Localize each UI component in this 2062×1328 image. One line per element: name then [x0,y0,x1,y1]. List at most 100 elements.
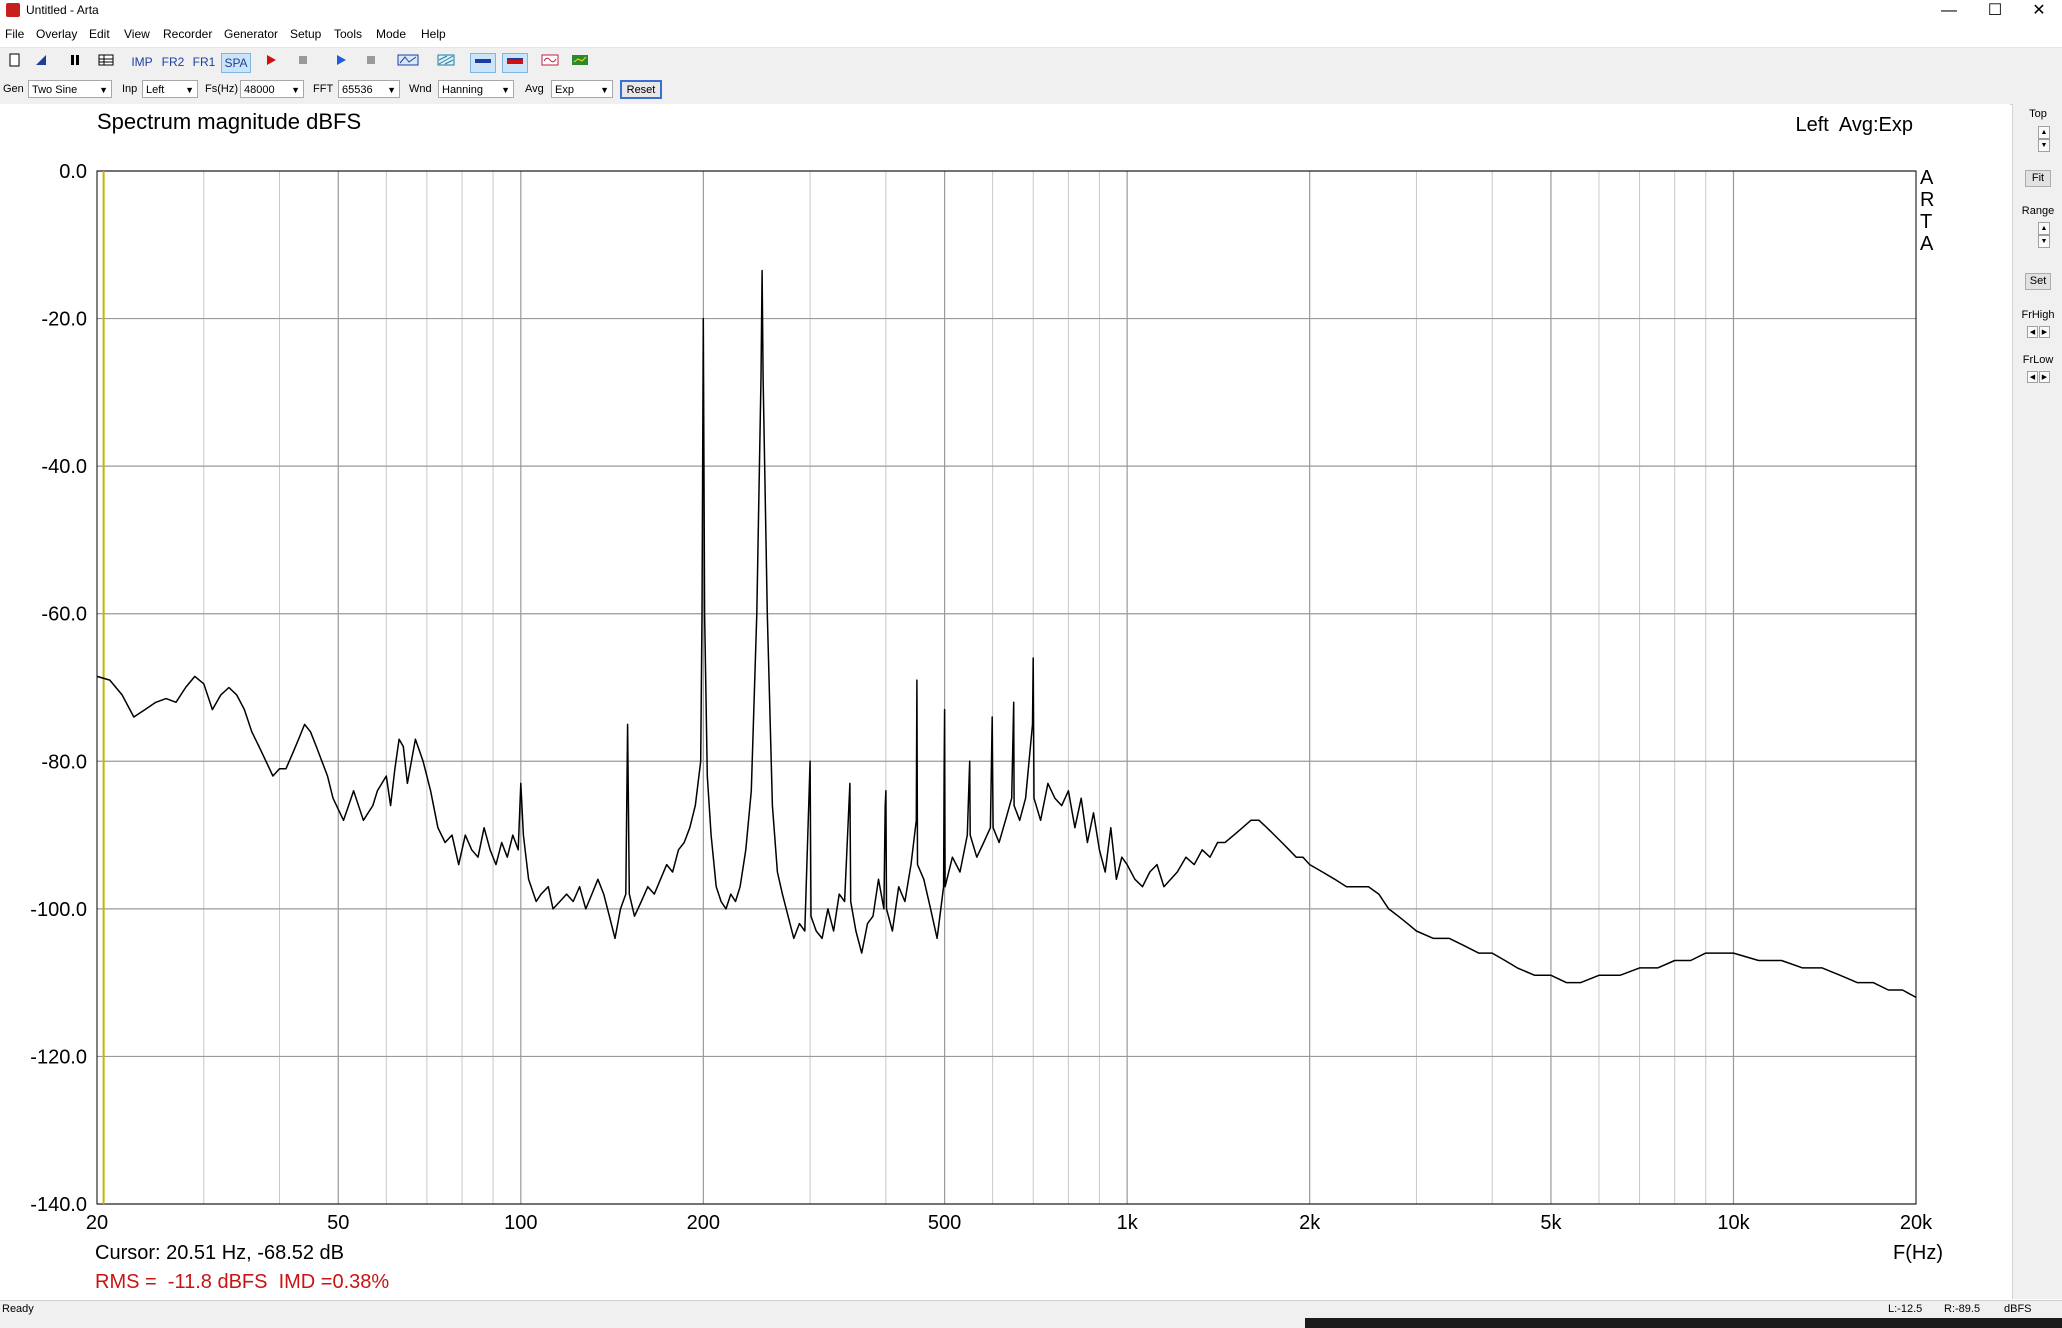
spectrum-plot-panel: 0.0 -20.0 -40.0 -60.0 -80.0 -100.0 -120.0 -140.… [0,104,2010,1299]
frhigh-right-arrow[interactable]: ▶ [2039,326,2050,338]
generator-stop-icon[interactable] [362,53,380,71]
input-channel-value: Left [146,84,165,96]
menu-overlay[interactable]: Overlay [36,27,77,41]
range-label: Range [2021,205,2055,217]
x-tick-label: 500 [928,1212,961,1234]
y-tick-label: -20.0 [41,309,87,331]
main-toolbar: IMP FR2 FR1 SPA [0,47,2062,76]
imp-mode-button[interactable]: IMP [129,53,155,71]
spectrum-chart[interactable]: 0.0 -20.0 -40.0 -60.0 -80.0 -100.0 -120.0 -140.… [0,104,2010,1299]
window-type-value: Hanning [442,84,483,96]
reset-button[interactable]: Reset [620,80,662,99]
menu-tools[interactable]: Tools [334,27,362,41]
fr2-mode-button[interactable]: FR2 [159,53,187,71]
new-file-icon[interactable] [6,53,24,71]
menu-file[interactable]: File [5,27,24,41]
x-tick-label: 2k [1299,1212,1321,1234]
gen-label: Gen [3,83,24,95]
fit-button[interactable]: Fit [2025,170,2051,187]
chevron-down-icon: ▼ [99,85,108,95]
x-axis-unit: F(Hz) [1893,1242,1943,1264]
status-ready: Ready [2,1303,34,1315]
chevron-down-icon: ▼ [185,85,194,95]
fs-label: Fs(Hz) [205,83,238,95]
menu-recorder[interactable]: Recorder [163,27,212,41]
frlow-right-arrow[interactable]: ▶ [2039,371,2050,383]
open-file-icon[interactable] [32,53,50,71]
menu-mode[interactable]: Mode [376,27,406,41]
spa-mode-button[interactable]: SPA [221,53,251,73]
spectrum-monitor-icon[interactable] [570,53,590,71]
sample-rate-value: 48000 [244,84,275,96]
top-down-spin[interactable]: ▼ [2038,139,2050,152]
x-tick-label: 100 [504,1212,537,1234]
signal-abc-icon[interactable] [396,53,420,71]
stop-record-icon[interactable] [294,53,312,71]
input-channel-select[interactable]: Left ▼ [142,80,198,98]
set-button[interactable]: Set [2025,273,2051,290]
x-tick-label: 20 [86,1212,108,1234]
menu-bar: File Overlay Edit View Recorder Generato… [0,24,2062,44]
y-tick-label: -60.0 [41,604,87,626]
filter-icon[interactable] [436,53,456,71]
fft-size-select[interactable]: 65536 ▼ [338,80,400,98]
x-tick-label: 1k [1117,1212,1139,1234]
averaging-select[interactable]: Exp ▼ [551,80,613,98]
minimize-button[interactable]: — [1926,0,1972,21]
cursor-readout: Cursor: 20.51 Hz, -68.52 dB [95,1242,344,1264]
output-level-icon[interactable] [502,53,528,73]
record-icon[interactable] [262,53,280,71]
x-tick-label: 20k [1900,1212,1933,1234]
generator-select[interactable]: Two Sine ▼ [28,80,112,98]
axis-layer: 0.0 -20.0 -40.0 -60.0 -80.0 -100.0 -120.0 -140.… [30,161,1933,1234]
menu-edit[interactable]: Edit [89,27,110,41]
frlow-left-arrow[interactable]: ◀ [2027,371,2038,383]
frhigh-label: FrHigh [2021,309,2055,321]
chevron-down-icon: ▼ [501,85,510,95]
brand-letter-r: R [1920,189,1934,211]
status-bar: Ready L:-12.5 R:-89.5 dBFS [0,1300,2062,1319]
menu-generator[interactable]: Generator [224,27,278,41]
frlow-label: FrLow [2022,354,2054,366]
top-label: Top [2029,108,2047,120]
window-type-select[interactable]: Hanning ▼ [438,80,514,98]
status-left-level: L:-12.5 [1888,1303,1923,1315]
grid-layer [97,170,1916,1205]
top-up-spin[interactable]: ▲ [2038,126,2050,139]
brand-letter-a1: A [1920,167,1934,189]
chevron-down-icon: ▼ [600,85,609,95]
status-unit: dBFS [2004,1303,2032,1315]
close-button[interactable]: ✕ [2016,0,2062,21]
sample-rate-select[interactable]: 48000 ▼ [240,80,304,98]
avg-label: Avg [525,83,544,95]
pause-icon[interactable] [66,53,84,71]
table-icon[interactable] [96,53,116,71]
y-tick-label: -140.0 [30,1194,87,1216]
brand-letter-a2: A [1920,233,1934,255]
fr1-mode-button[interactable]: FR1 [190,53,218,71]
range-up-spin[interactable]: ▲ [2038,222,2050,235]
rms-imd-readout: RMS = -11.8 dBFS IMD =0.38% [95,1271,389,1293]
x-tick-label: 5k [1540,1212,1562,1234]
y-tick-label: -80.0 [41,751,87,773]
chevron-down-icon: ▼ [387,85,396,95]
range-down-spin[interactable]: ▼ [2038,235,2050,248]
window-title: Untitled - Arta [26,3,99,17]
x-tick-label: 50 [327,1212,349,1234]
oscilloscope-icon[interactable] [540,53,560,71]
input-level-icon[interactable] [470,53,496,73]
wnd-label: Wnd [409,83,432,95]
generator-play-icon[interactable] [332,53,350,71]
maximize-button[interactable]: ☐ [1972,0,2018,21]
plot-frame [96,170,1917,1205]
arta-app-icon [6,3,20,17]
x-tick-label: 200 [687,1212,720,1234]
y-tick-label: -120.0 [30,1046,87,1068]
right-control-panel: Top ▲ ▼ Fit Range ▲ ▼ Set FrHigh ◀ ▶ FrL… [2012,104,2062,1299]
frhigh-left-arrow[interactable]: ◀ [2027,326,2038,338]
channel-info: Left Avg:Exp [1796,114,1914,136]
menu-view[interactable]: View [124,27,150,41]
menu-setup[interactable]: Setup [290,27,321,41]
status-right-level: R:-89.5 [1944,1303,1981,1315]
menu-help[interactable]: Help [421,27,446,41]
